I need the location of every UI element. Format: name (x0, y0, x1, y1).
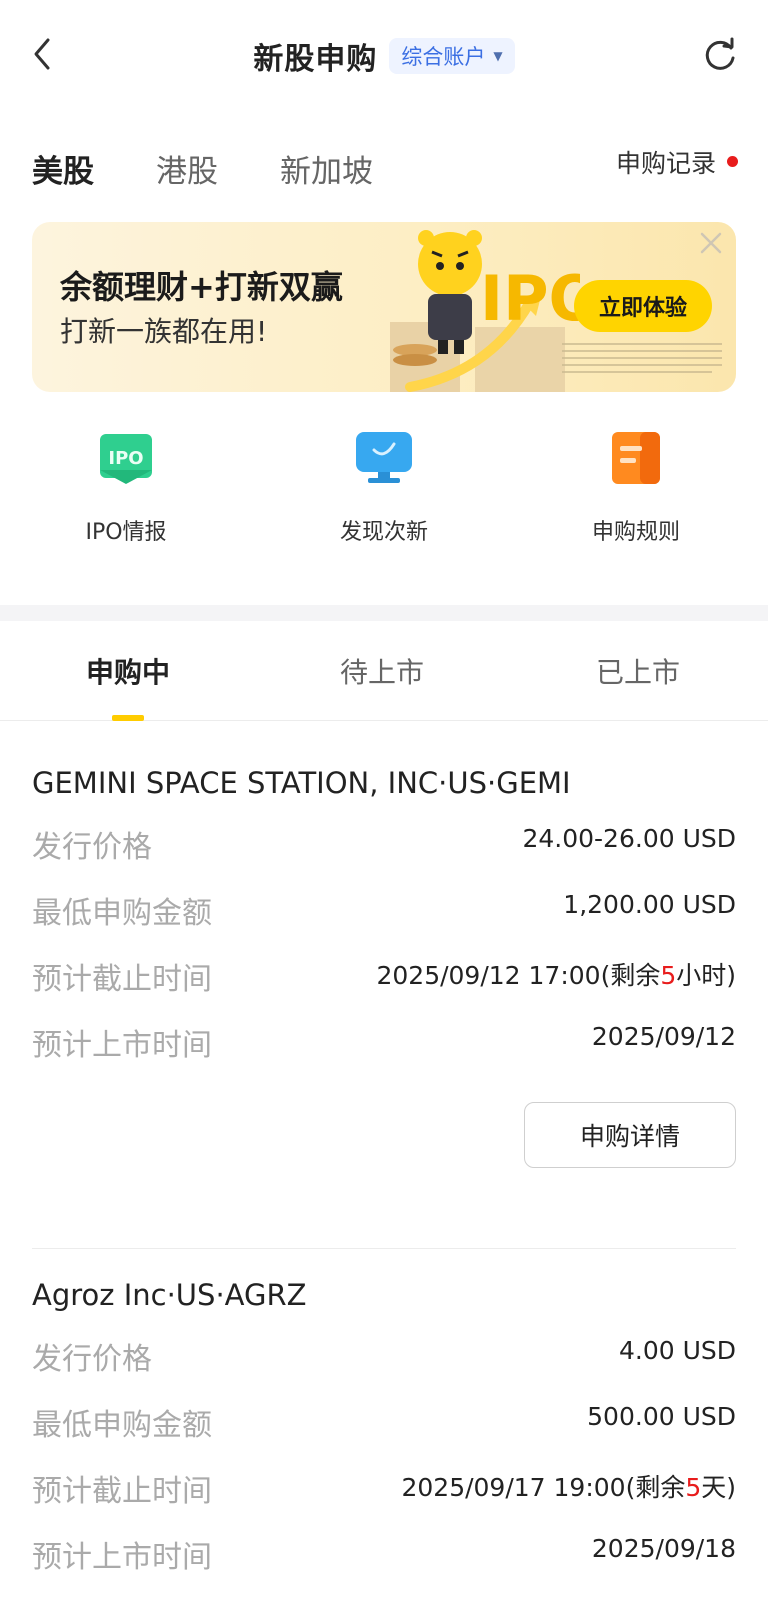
tab-pending-listing[interactable]: 待上市 (302, 651, 462, 691)
issue-price-value: 4.00 USD (618, 1336, 736, 1365)
subscription-records-link[interactable]: 申购记录 (616, 144, 716, 180)
min-amount-label: 最低申购金额 (32, 896, 212, 931)
issue-price-row: 发行价格 4.00 USD (32, 1324, 736, 1390)
tab-singapore[interactable]: 新加坡 (280, 146, 373, 196)
subscription-rules-entry[interactable]: 申购规则 (546, 430, 726, 546)
deadline-label: 预计截止时间 (32, 1474, 212, 1509)
section-separator (0, 605, 768, 621)
close-icon (700, 232, 722, 254)
listing-date-label: 预计上市时间 (32, 1028, 212, 1063)
issue-price-label: 发行价格 (32, 830, 152, 865)
promo-banner[interactable]: 余额理财+打新双赢 打新一族都在用! IPO 立即体验 (32, 222, 736, 392)
monitor-icon (356, 432, 412, 483)
notification-dot (727, 156, 738, 167)
tab-hk-stocks[interactable]: 港股 (156, 146, 218, 196)
discover-new-label: 发现次新 (339, 520, 428, 545)
tab-listed[interactable]: 已上市 (558, 651, 718, 691)
page-title: 新股申购 (253, 42, 378, 77)
ipo-intel-entry[interactable]: IPO IPO情报 (36, 430, 216, 546)
banner-subtitle: 打新一族都在用! (60, 315, 268, 348)
deadline-row: 预计截止时间 2025/09/12 17:00(剩余5小时) (32, 944, 736, 1010)
listing-date-label: 预计上市时间 (32, 1540, 212, 1575)
card-divider (32, 1248, 736, 1249)
min-amount-row: 最低申购金额 1,200.00 USD (32, 878, 736, 944)
min-amount-label: 最低申购金额 (32, 1408, 212, 1443)
ipo-name: GEMINI SPACE STATION, INC·US·GEMI (32, 766, 571, 800)
issue-price-value: 24.00-26.00 USD (522, 824, 736, 853)
caret-down-icon: ▼ (493, 49, 503, 63)
discover-new-entry[interactable]: 发现次新 (294, 430, 474, 546)
quick-entries: IPO IPO情报 发现次新 申购规则 (0, 430, 768, 550)
refresh-icon (705, 37, 735, 70)
try-now-button[interactable]: 立即体验 (574, 280, 712, 332)
ipo-status-tabs: 申购中 待上市 已上市 (0, 621, 768, 721)
remaining-count: 5 (660, 961, 677, 990)
active-tab-indicator (112, 715, 144, 721)
min-amount-value: 1,200.00 USD (563, 890, 736, 919)
ipo-card[interactable]: Agroz Inc·US·AGRZ 发行价格 4.00 USD 最低申购金额 5… (32, 1278, 736, 1582)
svg-text:IPO: IPO (108, 448, 143, 469)
listing-date-value: 2025/09/18 (591, 1534, 736, 1563)
banner-ipo-text: IPO (480, 262, 580, 335)
account-selector[interactable]: 综合账户 ▼ (389, 38, 515, 74)
banner-close-button[interactable] (696, 228, 726, 258)
header: 新股申购 综合账户 ▼ (0, 0, 768, 112)
ipo-name: Agroz Inc·US·AGRZ (32, 1278, 307, 1312)
min-amount-value: 500.00 USD (587, 1402, 736, 1431)
issue-price-label: 发行价格 (32, 1342, 152, 1377)
banner-title: 余额理财+打新双赢 (60, 268, 343, 306)
deadline-value: 2025/09/17 19:00(剩余5天) (401, 1473, 736, 1502)
ipo-icon: IPO (100, 434, 152, 484)
market-tabs: 美股 港股 新加坡 (32, 146, 435, 196)
refresh-button[interactable] (700, 36, 740, 76)
deadline-value: 2025/09/12 17:00(剩余5小时) (376, 961, 736, 990)
deadline-row: 预计截止时间 2025/09/17 19:00(剩余5天) (32, 1456, 736, 1522)
deadline-label: 预计截止时间 (32, 962, 212, 997)
subscription-rules-label: 申购规则 (591, 520, 680, 545)
document-icon (612, 432, 660, 484)
disclaimer-fine-print (562, 343, 722, 373)
tab-subscribing[interactable]: 申购中 (48, 651, 208, 691)
remaining-count: 5 (685, 1473, 702, 1502)
ipo-card[interactable]: GEMINI SPACE STATION, INC·US·GEMI 发行价格 2… (32, 766, 736, 1168)
tab-us-stocks[interactable]: 美股 (32, 146, 94, 196)
tiger-mascot-illustration: IPO (390, 230, 580, 392)
listing-date-row: 预计上市时间 2025/09/12 (32, 1010, 736, 1076)
min-amount-row: 最低申购金额 500.00 USD (32, 1390, 736, 1456)
issue-price-row: 发行价格 24.00-26.00 USD (32, 812, 736, 878)
account-label: 综合账户 (401, 45, 486, 69)
listing-date-value: 2025/09/12 (591, 1022, 736, 1051)
subscription-detail-button[interactable]: 申购详情 (524, 1102, 736, 1168)
ipo-intel-label: IPO情报 (85, 520, 167, 545)
listing-date-row: 预计上市时间 2025/09/18 (32, 1522, 736, 1582)
